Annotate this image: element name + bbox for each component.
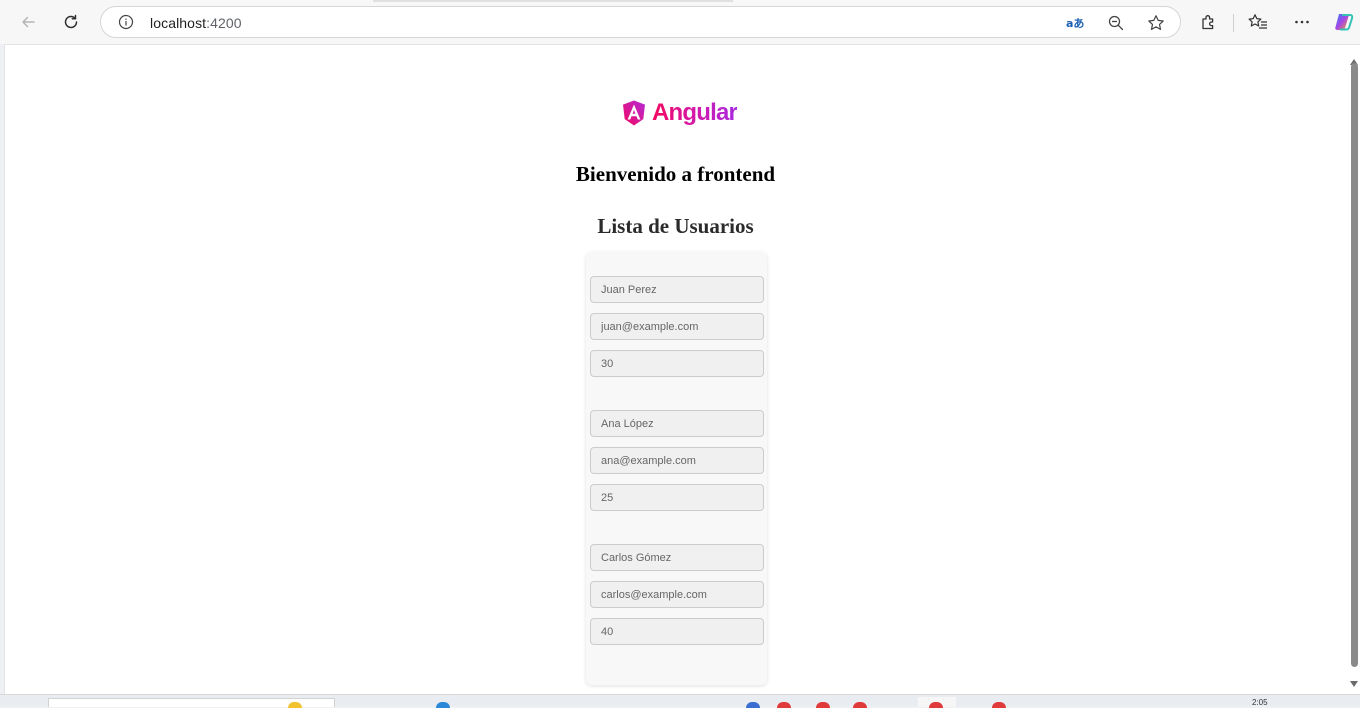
tab-strip-edge <box>373 0 733 2</box>
taskbar-app-icon[interactable] <box>929 702 943 708</box>
zoom-out-icon[interactable] <box>1106 13 1126 33</box>
user-age-input[interactable] <box>590 350 764 377</box>
angular-wordmark: Angular <box>652 99 738 126</box>
browser-toolbar: localhost:4200 aあ <box>0 0 1360 44</box>
copilot-button[interactable] <box>1330 8 1358 36</box>
toolbar-separator <box>1233 14 1234 32</box>
user-email-input[interactable] <box>590 581 764 608</box>
favorite-star-icon[interactable] <box>1146 13 1166 33</box>
favorites-icon <box>1248 14 1267 29</box>
user-form-group <box>590 544 764 655</box>
user-list-card <box>586 252 767 685</box>
info-icon[interactable] <box>118 14 134 35</box>
refresh-icon <box>64 14 78 29</box>
copilot-icon <box>1335 14 1354 31</box>
taskbar-app-icon[interactable] <box>436 702 450 708</box>
favorites-button[interactable] <box>1244 8 1272 36</box>
angular-shield-icon <box>623 100 645 126</box>
user-name-input[interactable] <box>590 410 764 437</box>
user-form-group <box>590 276 764 387</box>
more-button[interactable] <box>1288 8 1316 36</box>
scroll-thumb[interactable] <box>1351 63 1358 667</box>
angular-logo: Angular <box>620 98 738 128</box>
more-icon <box>1295 20 1309 24</box>
user-age-input[interactable] <box>590 484 764 511</box>
address-bar[interactable]: localhost:4200 aあ <box>100 6 1181 38</box>
welcome-heading: Bienvenido a frontend <box>575 162 776 186</box>
back-icon <box>22 16 35 28</box>
refresh-button[interactable] <box>57 8 85 36</box>
taskbar-app-icon[interactable] <box>816 702 830 708</box>
page-viewport: Angular Bienvenido a frontend Lista de U… <box>4 44 1360 694</box>
user-email-input[interactable] <box>590 313 764 340</box>
user-form-group <box>590 410 764 521</box>
svg-text:aあ: aあ <box>1066 17 1084 30</box>
taskbar-app-icon[interactable] <box>288 702 302 708</box>
user-email-input[interactable] <box>590 447 764 474</box>
address-url[interactable]: localhost:4200 <box>150 15 242 31</box>
extensions-icon <box>1202 15 1214 30</box>
scroll-down-arrow-icon[interactable] <box>1350 681 1358 687</box>
user-name-input[interactable] <box>590 544 764 571</box>
extensions-button[interactable] <box>1195 8 1223 36</box>
back-button[interactable] <box>14 8 42 36</box>
taskbar-app-icon[interactable] <box>992 702 1006 708</box>
taskbar-app-icon[interactable] <box>746 702 760 708</box>
user-list-heading: Lista de Usuarios <box>597 214 754 238</box>
taskbar-app-icon[interactable] <box>777 702 791 708</box>
taskbar-app-icon[interactable] <box>853 702 867 708</box>
user-age-input[interactable] <box>590 618 764 645</box>
vertical-scrollbar[interactable] <box>1348 45 1360 694</box>
read-aloud-icon[interactable]: aあ <box>1065 13 1085 33</box>
url-host: localhost <box>150 15 207 31</box>
url-port: :4200 <box>206 15 242 31</box>
taskbar: 2:05 <box>0 694 1360 708</box>
user-name-input[interactable] <box>590 276 764 303</box>
